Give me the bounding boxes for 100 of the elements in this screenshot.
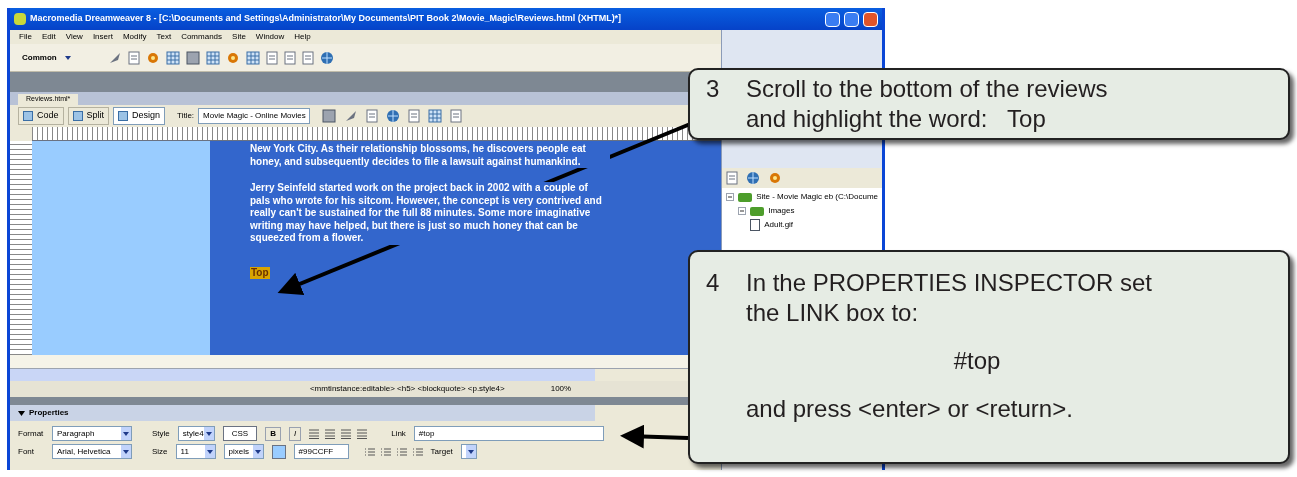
link-field[interactable]: #top xyxy=(413,426,604,441)
color-field[interactable]: #99CCFF xyxy=(293,444,349,459)
flower-icon[interactable] xyxy=(768,171,783,185)
link-label: Link xyxy=(391,427,406,440)
unit-dropdown[interactable]: pixels xyxy=(223,444,264,459)
align-left-icon[interactable] xyxy=(309,428,320,439)
page-icon xyxy=(72,111,83,121)
view-button[interactable]: Code xyxy=(18,107,64,125)
window-title: Macromedia Dreamweaver 8 - [C:\Documents and Settings\Administrator\My Documents\PIT Book 2\Movie_Magic\Reviews.html (XHTML)*] xyxy=(30,12,623,26)
menu-item[interactable]: Modify xyxy=(117,31,152,43)
format-dropdown[interactable]: Paragraph xyxy=(52,426,132,441)
flower-icon[interactable] xyxy=(146,50,160,65)
caret-icon xyxy=(64,55,71,60)
tree-item[interactable]: Adult.gif xyxy=(764,219,794,231)
caret-icon xyxy=(123,449,129,454)
css-button[interactable]: CSS xyxy=(222,426,258,441)
collapse-icon[interactable] xyxy=(738,207,747,215)
page-icon[interactable] xyxy=(128,50,140,65)
size-dropdown[interactable]: 11 xyxy=(175,444,216,459)
collapse-icon[interactable] xyxy=(726,193,735,201)
instruction-text: Scroll to the bottom of the reviews xyxy=(746,74,1108,104)
grid-icon[interactable] xyxy=(166,50,180,65)
folder-icon xyxy=(738,192,753,202)
menu-item[interactable]: Commands xyxy=(176,31,228,43)
page-icon xyxy=(118,111,129,121)
close-button[interactable] xyxy=(863,11,878,27)
page-icon[interactable] xyxy=(408,109,421,123)
link-value-text: #top xyxy=(952,346,1002,376)
numbered-list-icon[interactable] xyxy=(380,446,391,457)
minimize-button[interactable] xyxy=(825,11,840,27)
top-link[interactable]: Top xyxy=(250,266,270,279)
title-field[interactable]: Movie Magic - Online Movies xyxy=(198,108,311,124)
target-label: Target xyxy=(430,445,453,458)
flower-icon[interactable] xyxy=(226,50,240,65)
caret-icon xyxy=(254,449,261,454)
maximize-button[interactable] xyxy=(844,11,859,27)
category-dropdown[interactable]: Common xyxy=(22,51,102,64)
view-button[interactable]: Split xyxy=(67,107,110,125)
tag-selector[interactable]: <mmtinstance:editable> <h5> <blockquote> <p.style4> xyxy=(309,383,505,395)
bullet-list-icon[interactable] xyxy=(364,446,375,457)
page-icon[interactable] xyxy=(450,109,463,123)
justify-icon[interactable] xyxy=(357,428,368,439)
caret-icon xyxy=(123,431,129,436)
review-paragraph: New York City. As their relationship blossoms, he discovers people eat honey, and subsequently decides to file a lawsuit against humankind. xyxy=(250,143,610,168)
style-dropdown[interactable]: style4 xyxy=(177,426,215,441)
globe-icon[interactable] xyxy=(320,50,334,65)
target-dropdown[interactable] xyxy=(460,444,477,459)
instruction-text: the LINK box to: xyxy=(746,298,919,328)
square-icon[interactable] xyxy=(322,109,337,123)
page-icon[interactable] xyxy=(284,50,296,65)
font-label: Font xyxy=(18,445,35,458)
instruction-text: and highlight the word: Top xyxy=(746,104,1046,134)
bold-button[interactable]: B xyxy=(265,426,281,441)
triangle-icon xyxy=(18,409,25,417)
tree-item[interactable]: Images xyxy=(768,205,795,217)
format-label: Format xyxy=(18,427,44,440)
file-icon xyxy=(750,219,761,231)
menu-item[interactable]: Site xyxy=(227,31,251,43)
size-label: Size xyxy=(152,445,168,458)
caret-icon xyxy=(205,431,212,436)
italic-button[interactable]: I xyxy=(288,426,302,441)
menu-item[interactable]: Edit xyxy=(36,31,61,43)
tree-item[interactable]: Site - Movie Magic eb (C:\Docume xyxy=(756,191,878,203)
page-icon[interactable] xyxy=(266,50,278,65)
globe-icon[interactable] xyxy=(746,171,761,185)
menu-item[interactable]: Text xyxy=(151,31,177,43)
caret-icon xyxy=(467,449,474,454)
font-dropdown[interactable]: Arial, Helvetica xyxy=(52,444,132,459)
pointer-arrow xyxy=(620,424,689,449)
menu-item[interactable]: Help xyxy=(289,31,316,43)
step-number: 4 xyxy=(706,269,720,296)
grid-icon[interactable] xyxy=(246,50,260,65)
align-center-icon[interactable] xyxy=(325,428,336,439)
page-icon[interactable] xyxy=(366,109,379,123)
grid-icon[interactable] xyxy=(428,109,443,123)
menu-item[interactable]: File xyxy=(14,31,37,43)
align-right-icon[interactable] xyxy=(341,428,352,439)
style-label: Style xyxy=(152,427,170,440)
color-swatch[interactable] xyxy=(271,444,286,459)
step-number: 3 xyxy=(706,75,720,102)
indent-icon[interactable] xyxy=(412,446,423,457)
caret-icon xyxy=(206,449,213,454)
folder-icon xyxy=(750,206,765,216)
page-icon[interactable] xyxy=(726,171,739,185)
grid-icon[interactable] xyxy=(206,50,220,65)
globe-icon[interactable] xyxy=(386,109,401,123)
page-icon xyxy=(23,111,33,121)
page-icon[interactable] xyxy=(302,50,314,65)
title-label: Title: xyxy=(177,110,195,122)
view-button[interactable]: Design xyxy=(113,107,166,125)
square-icon[interactable] xyxy=(186,50,200,65)
properties-header[interactable]: Properties xyxy=(10,405,596,421)
menu-item[interactable]: Window xyxy=(250,31,290,43)
outdent-icon[interactable] xyxy=(396,446,407,457)
instruction-text: and press <enter> or <return>. xyxy=(746,394,1074,424)
instruction-text: In the PROPERTIES INSPECTOR set xyxy=(746,268,1152,298)
menu-item[interactable]: View xyxy=(60,31,88,43)
zoom-level[interactable]: 100% xyxy=(550,383,572,395)
app-icon xyxy=(14,13,26,25)
menu-item[interactable]: Insert xyxy=(87,31,118,43)
